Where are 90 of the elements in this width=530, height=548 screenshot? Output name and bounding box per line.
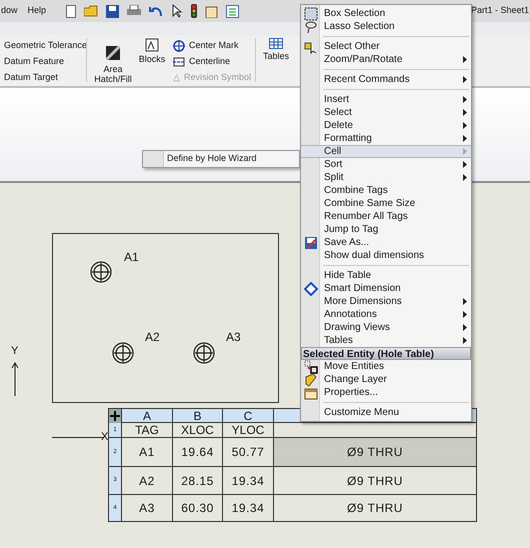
menu-item[interactable]: Split: [301, 171, 471, 184]
menu-item[interactable]: Combine Tags: [301, 184, 471, 197]
menu-item[interactable]: Sort: [301, 158, 471, 171]
table-icon: [269, 38, 283, 49]
menu-item[interactable]: Save As...: [301, 236, 471, 249]
ribbon-button[interactable]: Datum Target: [4, 70, 82, 86]
menu-item[interactable]: Delete: [301, 119, 471, 132]
menu-item[interactable]: Hide Table: [301, 269, 471, 282]
cursor-icon: [304, 40, 318, 54]
axis-label: X: [101, 432, 108, 443]
layer-icon: [304, 372, 318, 386]
table-cell-text: 28.15: [181, 472, 214, 490]
menu-item[interactable]: Recent Commands: [301, 73, 471, 86]
table-cell-text: Ø9 THRU: [347, 472, 403, 490]
menu-item[interactable]: Insert: [301, 93, 471, 106]
lasso-icon: [304, 20, 318, 34]
center-mark-icon: [173, 40, 185, 52]
box-select-icon: [304, 6, 318, 20]
menu-item[interactable]: Cell: [301, 145, 471, 158]
new-document-icon[interactable]: [66, 4, 76, 18]
table-cell-text: A2: [139, 472, 155, 490]
axis-label: Y: [11, 346, 18, 357]
table-cell-text: Ø9 THRU: [347, 444, 403, 461]
menu-item[interactable]: Tables: [301, 334, 471, 347]
menu-item[interactable]: Customize Menu: [301, 406, 471, 419]
icon-gutter: [143, 151, 164, 167]
hole-label: A2: [145, 331, 160, 343]
table-cell-text: A1: [139, 444, 155, 461]
block-icon: [145, 38, 159, 52]
menu-item[interactable]: Define by Hole Wizard: [164, 151, 257, 167]
menu-item[interactable]: Properties...: [301, 386, 471, 399]
menu-item[interactable]: Drawing Views: [301, 321, 471, 334]
menu-item[interactable]: Combine Same Size: [301, 197, 471, 210]
hole-icon: [193, 342, 215, 364]
ribbon-button[interactable]: Blocks: [137, 38, 167, 64]
hole-label: A1: [124, 251, 139, 263]
ribbon-button[interactable]: Centerline: [173, 54, 251, 70]
hole-icon: [112, 342, 134, 364]
table-cell-text: 50.77: [232, 444, 264, 461]
dimension-icon: [304, 282, 318, 296]
menu-section-header: Selected Entity (Hole Table): [301, 347, 471, 360]
table-cell-text: 19.34: [232, 472, 264, 490]
hole-icon: [90, 261, 112, 283]
checklist-icon[interactable]: [226, 4, 240, 18]
table-cell-text: 19.64: [181, 444, 214, 461]
menu-item[interactable]: Jump to Tag: [301, 223, 471, 236]
save-icon[interactable]: [106, 4, 120, 18]
menu-item[interactable]: Move Entities: [301, 360, 471, 373]
table-cell-text: Ø9 THRU: [347, 500, 403, 517]
table-cell-text: 60.30: [181, 500, 214, 517]
properties-icon: [304, 386, 318, 400]
menu-item[interactable]: Box Selection: [301, 7, 471, 20]
menu-item[interactable]: Change Layer: [301, 373, 471, 386]
menu-item[interactable]: Select: [301, 106, 471, 119]
centerline-icon: [173, 56, 185, 68]
submenu-arrow-icon: [463, 76, 467, 83]
ribbon-button[interactable]: Tables: [260, 38, 292, 61]
menu-item[interactable]: Zoom/Pan/Rotate: [301, 53, 471, 66]
submenu-arrow-icon: [463, 56, 467, 63]
table-cell-text: 19.34: [232, 500, 264, 517]
menu-item[interactable]: More Dimensions: [301, 295, 471, 308]
menu-item[interactable]: Renumber All Tags: [301, 210, 471, 223]
table-cell-text: A3: [139, 500, 155, 517]
menu-bar-item[interactable]: dow: [1, 4, 18, 18]
table-cell-text: XLOC: [181, 422, 214, 439]
hatch-icon: [106, 46, 120, 60]
table-cell-text: YLOC: [232, 422, 264, 439]
clipboard-icon[interactable]: [205, 4, 218, 18]
column-header[interactable]: C: [222, 409, 273, 422]
menu-item[interactable]: Annotations: [301, 308, 471, 321]
ribbon-button[interactable]: Area Hatch/Fill: [91, 38, 135, 84]
ribbon-button[interactable]: Center Mark: [173, 38, 251, 54]
column-header[interactable]: B: [172, 409, 222, 422]
ribbon-button[interactable]: Datum Feature: [4, 54, 82, 70]
undo-icon[interactable]: [149, 5, 164, 17]
cursor-icon[interactable]: [171, 4, 184, 18]
column-header[interactable]: A: [121, 409, 172, 422]
move-icon: [304, 360, 318, 374]
y-axis-arrow: [11, 362, 19, 396]
folder-icon[interactable]: [84, 5, 98, 17]
table-cell-text: TAG: [135, 422, 159, 439]
traffic-light-icon[interactable]: [191, 4, 198, 18]
hole-label: A3: [226, 331, 241, 343]
printer-icon[interactable]: [127, 5, 142, 17]
menu-item[interactable]: Smart Dimension: [301, 282, 471, 295]
menu-bar-item[interactable]: Help: [28, 4, 46, 18]
warning-icon: [173, 72, 180, 84]
menu-item[interactable]: Show dual dimensions: [301, 249, 471, 262]
menu-item[interactable]: Select Other: [301, 40, 471, 53]
menu-item[interactable]: Formatting: [301, 132, 471, 145]
